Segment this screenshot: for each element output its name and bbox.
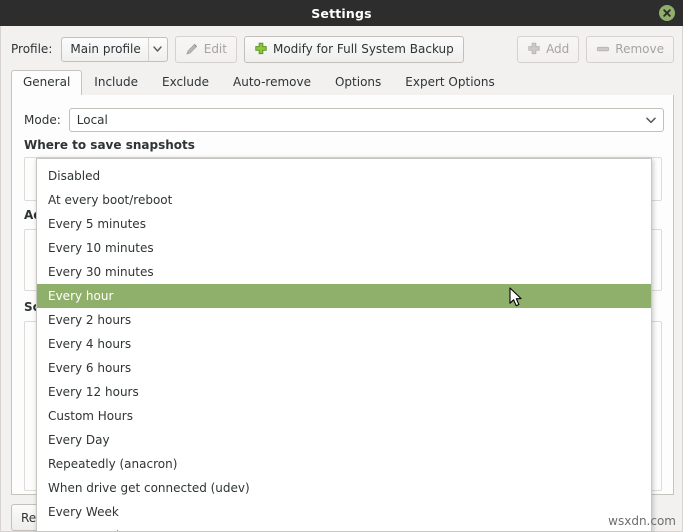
dropdown-item[interactable]: Every Day — [37, 428, 651, 452]
toolbar: Profile: Main profile Edit Modify for Fu… — [1, 32, 683, 66]
dropdown-item-selected[interactable]: Every hour — [37, 284, 651, 308]
dropdown-item[interactable]: When drive get connected (udev) — [37, 476, 651, 500]
dropdown-item[interactable]: Every 30 minutes — [37, 260, 651, 284]
tab-expert-options-label: Expert Options — [405, 75, 495, 89]
tab-general-label: General — [23, 75, 71, 89]
dropdown-item[interactable]: Custom Hours — [37, 404, 651, 428]
window-title: Settings — [311, 5, 372, 21]
tab-bar: General Include Exclude Auto-remove Opti… — [11, 70, 674, 96]
chevron-down-icon — [147, 37, 167, 61]
dropdown-item[interactable]: Disabled — [37, 164, 651, 188]
close-button[interactable] — [659, 5, 675, 21]
add-button[interactable]: Add — [517, 35, 580, 63]
schedule-dropdown-popup[interactable]: Disabled At every boot/reboot Every 5 mi… — [36, 158, 652, 532]
plus-icon — [527, 42, 541, 56]
tab-auto-remove[interactable]: Auto-remove — [221, 70, 323, 95]
dropdown-item[interactable]: Every 12 hours — [37, 380, 651, 404]
chevron-down-icon — [639, 117, 663, 124]
dropdown-item[interactable]: Every 6 hours — [37, 356, 651, 380]
dropdown-item[interactable]: Every Week — [37, 500, 651, 524]
tab-include-label: Include — [94, 75, 138, 89]
tab-expert-options[interactable]: Expert Options — [393, 70, 506, 95]
tab-general[interactable]: General — [11, 70, 83, 96]
dropdown-item[interactable]: Every 2 hours — [37, 308, 651, 332]
tab-options-label: Options — [334, 75, 382, 89]
tab-include[interactable]: Include — [82, 70, 150, 95]
watermark: wsxdn.com — [608, 514, 676, 528]
close-icon — [663, 9, 671, 17]
mode-combobox-value: Local — [76, 113, 108, 127]
dropdown-item[interactable]: Every Month — [37, 524, 651, 531]
tab-options[interactable]: Options — [323, 70, 393, 95]
modify-button-label: Modify for Full System Backup — [272, 42, 454, 56]
remove-button-label: Remove — [615, 42, 664, 56]
tab-auto-remove-label: Auto-remove — [233, 75, 311, 89]
profile-combobox-value: Main profile — [70, 42, 141, 56]
profile-label: Profile: — [11, 42, 53, 56]
tab-exclude[interactable]: Exclude — [150, 70, 221, 95]
where-to-save-heading: Where to save snapshots — [24, 138, 195, 152]
plus-icon — [254, 42, 268, 56]
mode-row: Mode: Local — [24, 108, 664, 132]
dropdown-item[interactable]: Repeatedly (anacron) — [37, 452, 651, 476]
dropdown-item[interactable]: Every 4 hours — [37, 332, 651, 356]
tab-exclude-label: Exclude — [161, 75, 209, 89]
mode-label: Mode: — [24, 113, 61, 127]
modify-full-system-backup-button[interactable]: Modify for Full System Backup — [243, 35, 464, 63]
profile-combobox[interactable]: Main profile — [61, 36, 168, 62]
minus-icon — [596, 42, 610, 56]
dropdown-item[interactable]: Every 5 minutes — [37, 212, 651, 236]
edit-button-label: Edit — [203, 42, 227, 56]
edit-button[interactable]: Edit — [174, 35, 237, 63]
dropdown-item[interactable]: At every boot/reboot — [37, 188, 651, 212]
remove-button[interactable]: Remove — [586, 35, 674, 63]
pencil-icon — [185, 42, 199, 56]
mode-combobox[interactable]: Local — [68, 108, 664, 132]
window-titlebar: Settings — [0, 0, 683, 26]
dropdown-item[interactable]: Every 10 minutes — [37, 236, 651, 260]
add-button-label: Add — [546, 42, 570, 56]
